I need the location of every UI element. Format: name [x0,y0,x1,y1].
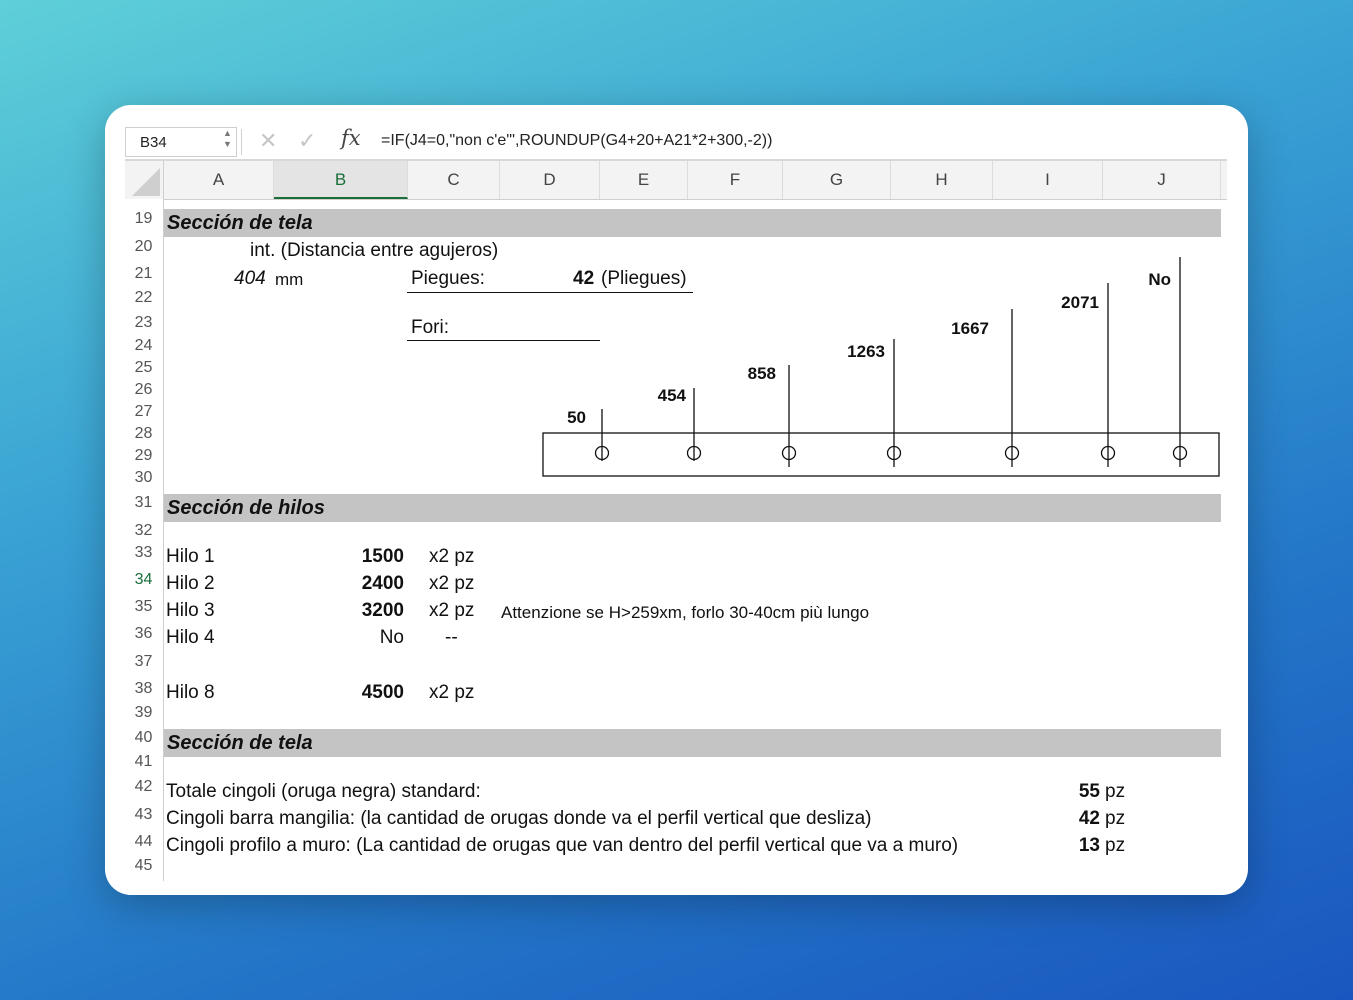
cingoli-label: Cingoli barra mangilia: (la cantidad de … [166,808,872,829]
hole-label-1263: 1263 [847,342,885,361]
hilo-name: Hilo 1 [166,546,215,567]
column-header-b[interactable]: B [274,161,408,199]
section-header-band: Sección de hilos [164,494,1221,522]
confirm-check-icon[interactable]: ✓ [298,128,316,154]
row-header[interactable]: 42 [125,778,162,796]
row-header[interactable]: 19 [125,210,162,228]
hilo-name: Hilo 4 [166,627,215,648]
column-headers: A B C D E F G H I J [125,161,1227,200]
cingoli-unit: pz [1105,781,1126,802]
row-header[interactable]: 33 [125,544,162,562]
row-header[interactable]: 39 [125,704,162,722]
hole-label-50: 50 [567,408,586,427]
hilo-value: 4500 [361,682,404,703]
formula-input[interactable]: =IF(J4=0,"non c'e'",ROUNDUP(G4+20+A21*2+… [381,132,772,150]
row-header[interactable]: 29 [125,447,162,465]
row-header[interactable]: 41 [125,753,162,771]
row-header[interactable]: 32 [125,522,162,540]
cancel-icon[interactable]: ✕ [259,128,277,154]
row-header[interactable]: 28 [125,425,162,443]
column-header-a[interactable]: A [164,161,274,199]
hole-label-no: No [1148,270,1171,289]
row-header[interactable]: 27 [125,403,162,421]
hilo-name: Hilo 8 [166,682,215,703]
section-title: Sección de hilos [167,497,325,519]
hole-marks [594,257,1188,467]
hole-position-diagram: 50 454 858 1263 1667 2071 No [542,257,1220,477]
name-box[interactable]: B34 [125,127,237,157]
row-header[interactable]: 26 [125,381,162,399]
column-header-h[interactable]: H [891,161,993,199]
row-header[interactable]: 43 [125,806,162,824]
column-header-f[interactable]: F [688,161,783,199]
column-header-g[interactable]: G [783,161,891,199]
row-header[interactable]: 25 [125,359,162,377]
cell-area[interactable]: Sección de tela int. (Distancia entre ag… [164,199,1227,881]
hilo-qty: x2 pz [429,600,475,621]
select-all-corner[interactable] [125,161,164,199]
row-header[interactable]: 23 [125,314,162,332]
cingoli-value: 13 [1078,835,1100,856]
cingoli-label: Totale cingoli (oruga negra) standard: [166,781,481,802]
row-header[interactable]: 21 [125,265,162,283]
cingoli-unit: pz [1105,808,1126,829]
hilo-qty: x2 pz [429,573,475,594]
hilo-name: Hilo 3 [166,600,215,621]
row-header-selected[interactable]: 34 [125,571,162,589]
column-header-d[interactable]: D [500,161,600,199]
cingoli-label: Cingoli profilo a muro: (La cantidad de … [166,835,959,856]
hilo-qty: -- [445,627,458,648]
hilo-value: 1500 [361,546,404,567]
row-header[interactable]: 44 [125,833,162,851]
hole-label-454: 454 [658,386,687,405]
row-header[interactable]: 36 [125,625,162,643]
row-header[interactable]: 38 [125,680,162,698]
column-header-i[interactable]: I [993,161,1103,199]
row-header[interactable]: 24 [125,337,162,355]
section-title: Sección de tela [167,732,313,754]
row-header[interactable]: 40 [125,729,162,747]
function-fx-icon[interactable]: fx [341,126,361,150]
section-header-band: Sección de tela [164,729,1221,757]
column-header-e[interactable]: E [600,161,688,199]
hilo-value-selected-cell[interactable]: 2400 [314,573,404,595]
hilo-qty: x2 pz [429,682,475,703]
row-header[interactable]: 20 [125,238,162,256]
hole-label-858: 858 [748,364,776,383]
hilo-name: Hilo 2 [166,573,215,594]
sheet-grid: A B C D E F G H I J 19 20 21 22 23 24 25… [125,161,1227,881]
row-header[interactable]: 45 [125,857,162,875]
cingoli-value: 55 [1078,781,1100,802]
hole-labels: 50 454 858 1263 1667 2071 No [567,270,1171,427]
cingoli-value: 42 [1078,808,1100,829]
row-header[interactable]: 35 [125,598,162,616]
fabric-strip-rect [542,432,1220,477]
formula-bar-separator [241,129,242,155]
row-header[interactable]: 22 [125,289,162,307]
hole-label-1667: 1667 [951,319,989,338]
formula-bar: B34 ▲ ▼ ✕ ✓ fx =IF(J4=0,"non c'e'",ROUNDU… [125,125,1227,161]
spreadsheet-window: B34 ▲ ▼ ✕ ✓ fx =IF(J4=0,"non c'e'",ROUNDU… [105,105,1248,895]
hilo-value: 3200 [361,600,404,621]
hole-label-2071: 2071 [1061,293,1099,312]
name-box-stepper-icon[interactable]: ▲ ▼ [223,128,232,150]
row-headers: 19 20 21 22 23 24 25 26 27 28 29 30 31 3… [125,199,164,881]
row-header[interactable]: 30 [125,469,162,487]
column-header-j[interactable]: J [1103,161,1221,199]
row-header[interactable]: 37 [125,653,162,671]
column-header-c[interactable]: C [408,161,500,199]
row-header[interactable]: 31 [125,494,162,512]
cingoli-unit: pz [1105,835,1126,856]
hilo-value: No [379,627,404,648]
hilo-note: Attenzione se H>259xm, forlo 30-40cm più… [501,603,870,622]
hilo-qty: x2 pz [429,546,475,567]
